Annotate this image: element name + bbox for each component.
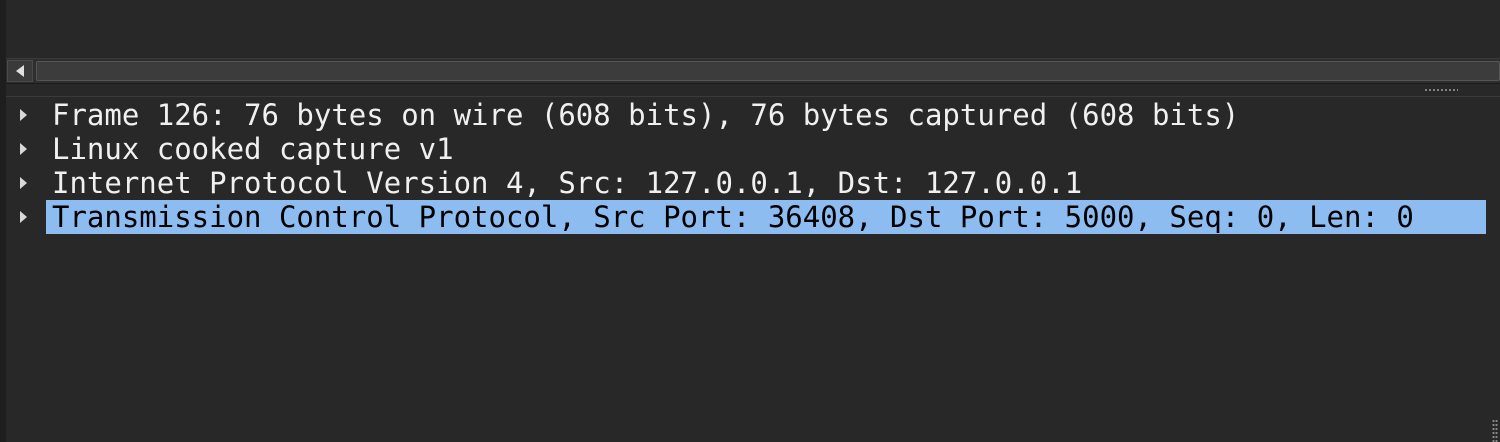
- splitter-grip-icon[interactable]: [1424, 88, 1458, 92]
- expand-arrow-icon[interactable]: [20, 177, 27, 189]
- resize-grip-icon[interactable]: [1492, 419, 1498, 442]
- pane-splitter[interactable]: [6, 84, 1500, 96]
- horizontal-scrollbar[interactable]: [6, 58, 1500, 84]
- tree-item-ipv4[interactable]: Internet Protocol Version 4, Src: 127.0.…: [6, 166, 1486, 200]
- scroll-left-button[interactable]: [7, 60, 33, 82]
- tree-item-label[interactable]: Frame 126: 76 bytes on wire (608 bits), …: [46, 98, 1245, 132]
- wireshark-window: Frame 126: 76 bytes on wire (608 bits), …: [0, 0, 1500, 442]
- tree-item-linux-cooked[interactable]: Linux cooked capture v1: [6, 132, 1486, 166]
- tree-item-tcp[interactable]: Transmission Control Protocol, Src Port:…: [6, 200, 1486, 234]
- tree-item-label[interactable]: Linux cooked capture v1: [46, 132, 460, 166]
- packet-list-pane[interactable]: [6, 0, 1500, 58]
- tree-item-frame[interactable]: Frame 126: 76 bytes on wire (608 bits), …: [6, 98, 1486, 132]
- triangle-left-icon: [16, 65, 24, 77]
- packet-details-pane: Frame 126: 76 bytes on wire (608 bits), …: [6, 96, 1500, 442]
- expand-arrow-icon[interactable]: [20, 109, 27, 121]
- expand-arrow-icon[interactable]: [20, 211, 27, 223]
- tree-item-label-selected[interactable]: Transmission Control Protocol, Src Port:…: [46, 200, 1486, 234]
- tree-item-label[interactable]: Internet Protocol Version 4, Src: 127.0.…: [46, 166, 1088, 200]
- expand-arrow-icon[interactable]: [20, 143, 27, 155]
- scrollbar-thumb[interactable]: [36, 61, 1500, 81]
